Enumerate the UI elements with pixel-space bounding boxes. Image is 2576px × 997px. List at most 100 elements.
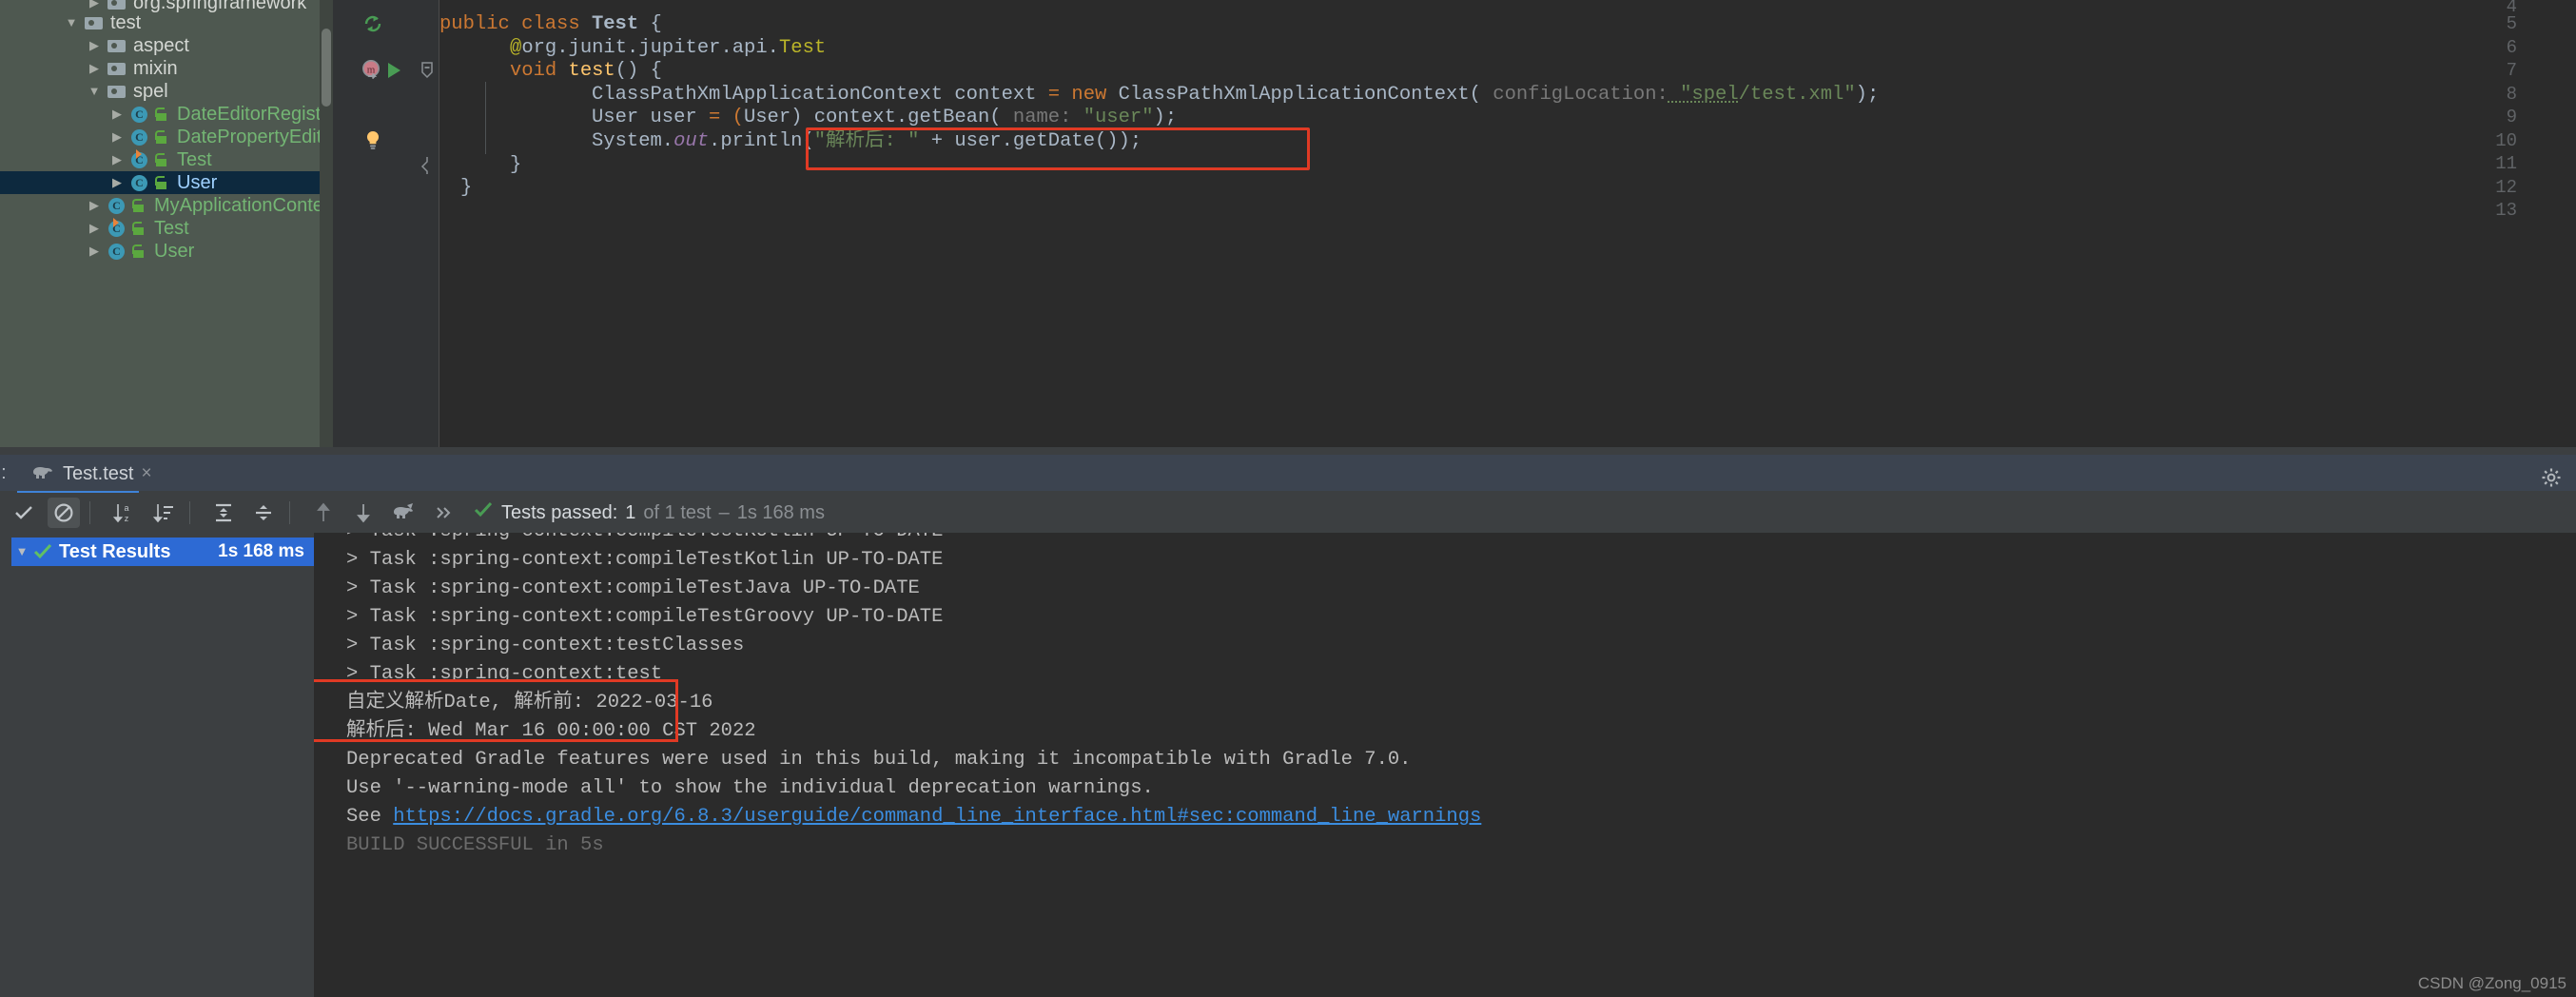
tree-item-label: Test [154, 218, 189, 239]
chevron-down-icon[interactable]: ▼ [61, 11, 82, 34]
tree-item-label: org.springframework [133, 0, 307, 13]
tests-total-label: of 1 test [643, 501, 712, 523]
code-line-9[interactable]: User user = (User) context.getBean( name… [439, 106, 1177, 129]
token-close-brace: } [460, 177, 473, 199]
project-tree-panel[interactable]: ▶ org.springframework ▼ test ▶ aspect ▶ … [0, 0, 320, 447]
code-line-7[interactable]: void test() { [439, 59, 662, 83]
tree-row-selected[interactable]: ▶ User [0, 171, 320, 194]
chevron-right-icon[interactable]: ▶ [84, 34, 105, 57]
java-class-icon [127, 171, 152, 194]
expand-all-button[interactable] [207, 498, 240, 528]
fold-collapse-icon[interactable] [419, 61, 436, 82]
previous-failed-test-button[interactable] [307, 498, 340, 528]
tree-item-label: DateEditorRegister [177, 104, 320, 125]
check-green-icon [473, 499, 494, 526]
run-tool-window: n: Test.test × [0, 447, 2576, 997]
token-close-brace: } [510, 154, 522, 176]
gradle-docs-link[interactable]: https://docs.gradle.org/6.8.3/userguide/… [393, 806, 1481, 828]
unlock-icon [152, 126, 173, 148]
line-number: 13 [2495, 200, 2517, 221]
chevron-right-icon[interactable]: ▶ [107, 103, 127, 126]
java-test-class-icon [105, 217, 129, 240]
token-concat: + user.getDate()); [919, 130, 1142, 152]
tree-row[interactable]: ▶ aspect [84, 34, 320, 57]
java-class-icon [127, 103, 152, 126]
code-line-6[interactable]: @org.junit.jupiter.api.Test [439, 36, 826, 60]
chevron-down-icon[interactable]: ▼ [11, 540, 32, 563]
code-line-8[interactable]: ClassPathXmlApplicationContext context =… [439, 83, 1879, 107]
show-passed-tests-button[interactable] [8, 498, 40, 528]
console-line-clipped: BUILD SUCCESSFUL in 5s [346, 834, 604, 856]
fold-brace-icon[interactable] [419, 154, 436, 175]
token-getbean: ) context.getBean( [790, 107, 1002, 128]
test-results-root-row[interactable]: ▼ Test Results 1s 168 ms [11, 538, 314, 566]
collapse-all-button[interactable] [247, 498, 280, 528]
tab-test-test[interactable]: Test.test × [23, 457, 160, 491]
line-number: 12 [2495, 177, 2517, 198]
code-line-12[interactable]: } [439, 176, 472, 200]
toolbar-separator [189, 501, 190, 524]
tree-item-label: test [110, 12, 142, 33]
chevron-right-icon[interactable]: ▶ [84, 57, 105, 80]
sort-by-duration-button[interactable] [147, 498, 180, 528]
code-editor[interactable]: 4 5 6 7 8 9 10 11 12 13 m public class T… [333, 0, 2576, 447]
code-line-5[interactable]: public class Test { [439, 12, 662, 36]
tree-row[interactable]: ▶ User [84, 240, 320, 263]
chevron-right-icon[interactable]: ▶ [84, 217, 105, 240]
line-number: 7 [2506, 60, 2517, 81]
tree-row[interactable]: ▶ Test [107, 148, 320, 171]
sort-alphabetically-button[interactable]: az [107, 498, 140, 528]
recompile-icon[interactable] [362, 13, 383, 34]
hide-ignored-tests-button[interactable] [48, 498, 80, 528]
intention-bulb-icon[interactable] [363, 129, 382, 150]
unlock-icon [129, 217, 150, 240]
chevron-down-icon[interactable]: ▼ [84, 80, 105, 103]
test-results-tree[interactable]: ▼ Test Results 1s 168 ms [0, 533, 314, 997]
code-line-11[interactable]: } [439, 153, 521, 177]
run-tab-bar: n: Test.test × [0, 455, 2576, 495]
status-dash: – [718, 501, 730, 523]
console-line-with-link: See https://docs.gradle.org/6.8.3/usergu… [346, 803, 1481, 831]
tree-row[interactable]: ▶ DateEditorRegister [107, 103, 320, 126]
token-system: System. [592, 130, 674, 152]
junit-method-icon[interactable]: m [360, 59, 384, 84]
chevron-right-icon[interactable]: ▶ [84, 240, 105, 263]
console-line: > Task :spring-context:compileTestGroovy… [346, 606, 944, 628]
code-line-10[interactable]: System.out.println("解析后: " + user.getDat… [439, 129, 1142, 153]
toolbar-separator [89, 501, 90, 524]
test-status-bar: Tests passed: 1 of 1 test – 1s 168 ms [473, 499, 825, 526]
next-failed-test-button[interactable] [347, 498, 380, 528]
tree-row[interactable]: ▶ mixin [84, 57, 320, 80]
chevron-right-icon[interactable]: ▶ [107, 171, 127, 194]
gear-icon[interactable] [2540, 466, 2563, 489]
token-class: class [521, 13, 580, 35]
close-icon[interactable]: × [141, 463, 151, 484]
tree-row[interactable]: ▶ Test [84, 217, 320, 240]
ide-window: ▶ org.springframework ▼ test ▶ aspect ▶ … [0, 0, 2576, 997]
gradle-elephant-icon [30, 463, 55, 484]
console-line: Use '--warning-mode all' to show the ind… [346, 777, 1154, 799]
folder-icon [105, 80, 129, 103]
run-test-icon[interactable] [388, 63, 400, 78]
java-class-icon [127, 126, 152, 148]
project-tree-scrollbar-thumb[interactable] [322, 29, 331, 107]
token-string: "user" [1071, 107, 1154, 128]
tree-item-label: DatePropertyEditor [177, 127, 320, 147]
tree-row[interactable]: ▶ DatePropertyEditor [107, 126, 320, 148]
gradle-rerun-icon[interactable] [387, 498, 420, 528]
folder-icon [105, 57, 129, 80]
chevron-right-icon[interactable]: ▶ [107, 148, 127, 171]
console-line: > Task :spring-context:compileTestKotlin… [346, 549, 944, 571]
tree-item-label: spel [133, 81, 168, 102]
tree-row[interactable]: ▼ spel [84, 80, 320, 103]
tree-row[interactable]: ▶ MyApplicationContext [84, 194, 320, 217]
unlock-icon [129, 240, 150, 263]
token-ctor: ClassPathXmlApplicationContext( [1106, 84, 1481, 106]
watermark-text: CSDN @Zong_0915 [2417, 974, 2566, 992]
chevron-right-icon[interactable]: ▶ [107, 126, 127, 148]
gradle-console-output[interactable]: > Task :spring-context:compileTestKotlin… [314, 533, 2576, 997]
tree-row[interactable]: ▼ test [61, 11, 320, 34]
tree-row[interactable]: ▶ org.springframework [0, 0, 320, 13]
chevron-right-icon[interactable]: ▶ [84, 194, 105, 217]
more-options-button[interactable] [427, 498, 459, 528]
